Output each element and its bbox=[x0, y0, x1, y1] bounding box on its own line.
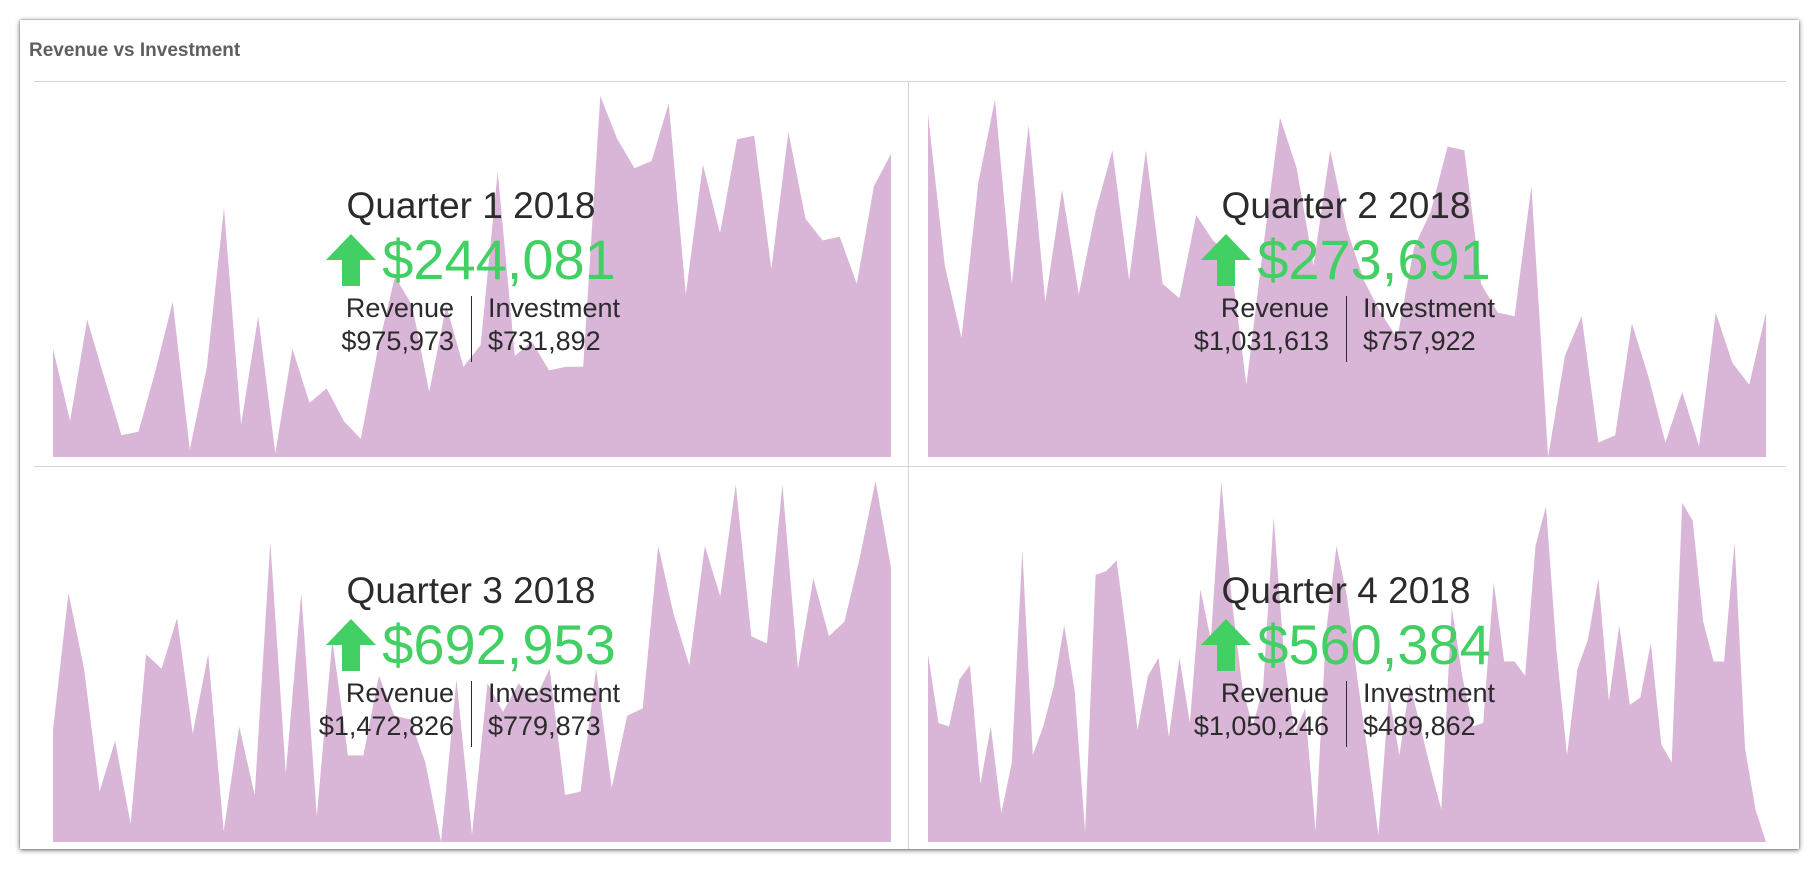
area-series bbox=[928, 99, 1766, 457]
quarter-grid: Quarter 1 2018 $244,081 Revenue $975,973… bbox=[34, 82, 1786, 849]
quarter-tile-q1[interactable]: Quarter 1 2018 $244,081 Revenue $975,973… bbox=[34, 82, 908, 466]
area-chart-q4 bbox=[928, 481, 1766, 842]
area-series bbox=[53, 96, 891, 457]
quarter-tile-q2[interactable]: Quarter 2 2018 $273,691 Revenue $1,031,6… bbox=[909, 82, 1786, 466]
area-series bbox=[928, 481, 1766, 842]
card-title: Revenue vs Investment bbox=[29, 40, 241, 61]
revenue-vs-investment-card: Revenue vs Investment Quarter 1 2018 $24… bbox=[20, 20, 1799, 849]
area-chart-q1 bbox=[53, 96, 891, 457]
quarter-tile-q3[interactable]: Quarter 3 2018 $692,953 Revenue $1,472,8… bbox=[34, 467, 908, 849]
area-chart-q3 bbox=[53, 481, 891, 842]
area-series bbox=[53, 481, 891, 842]
quarter-tile-q4[interactable]: Quarter 4 2018 $560,384 Revenue $1,050,2… bbox=[909, 467, 1786, 849]
area-chart-q2 bbox=[928, 99, 1766, 457]
